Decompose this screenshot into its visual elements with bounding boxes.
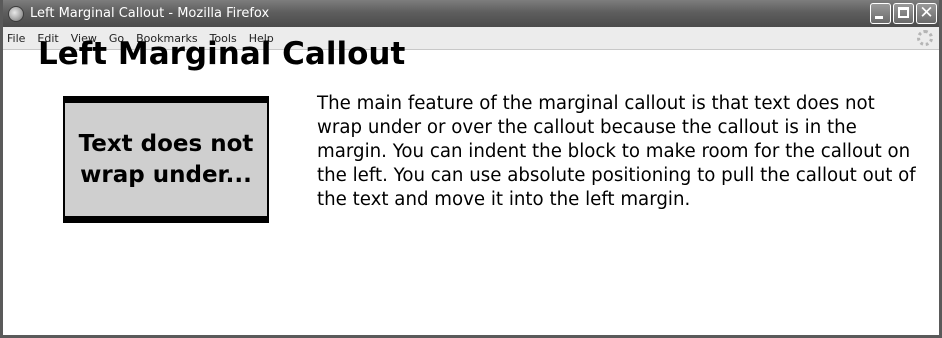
maximize-button[interactable] [893, 3, 914, 24]
menu-file[interactable]: File [7, 32, 25, 45]
window-controls: ✕ [868, 3, 937, 24]
callout-box: Text does not wrap under... [63, 96, 269, 223]
minimize-button[interactable] [870, 3, 891, 24]
title-bar[interactable]: Left Marginal Callout - Mozilla Firefox … [3, 0, 939, 27]
minimize-icon [875, 16, 883, 19]
close-icon: ✕ [919, 3, 934, 23]
maximize-icon [898, 7, 909, 18]
throbber-icon [917, 30, 933, 46]
callout-text: Text does not wrap under... [78, 130, 254, 188]
page-title: Left Marginal Callout [38, 36, 406, 72]
firefox-icon[interactable] [8, 5, 24, 22]
browser-window: Left Marginal Callout - Mozilla Firefox … [0, 0, 942, 338]
body-paragraph: The main feature of the marginal callout… [317, 93, 916, 210]
window-title: Left Marginal Callout - Mozilla Firefox [30, 6, 270, 21]
close-button[interactable]: ✕ [916, 3, 937, 24]
